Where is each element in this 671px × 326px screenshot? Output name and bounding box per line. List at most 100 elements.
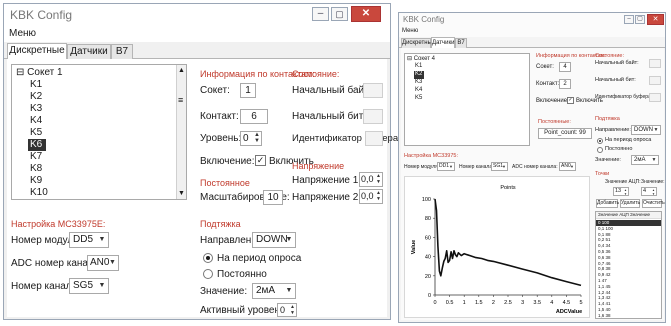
spin-arrows-icon[interactable]: ▲ ▼ xyxy=(651,188,656,196)
adc-point-stepper[interactable]: 13 ▲ ▼ xyxy=(613,187,629,196)
enable-checkbox[interactable]: ✓ xyxy=(255,155,266,166)
chevron-down-icon[interactable]: ▼ xyxy=(651,156,657,164)
list-item[interactable]: K5 xyxy=(405,95,529,101)
contact-field[interactable]: 2 xyxy=(559,79,571,89)
clear-points-button[interactable]: Очистить xyxy=(642,199,665,208)
left-window-title: KBK Config xyxy=(10,8,73,22)
scroll-down-icon[interactable]: ▼ xyxy=(178,190,185,197)
list-item[interactable]: K10 xyxy=(12,187,186,199)
close-button[interactable]: ✕ xyxy=(647,14,664,25)
voltage2-stepper[interactable]: 0,0 ▲ ▼ xyxy=(359,189,383,204)
chevron-down-icon[interactable]: ▼ xyxy=(108,256,117,270)
list-item[interactable]: K8 xyxy=(12,163,186,175)
tree-root[interactable]: ⊟ Сокет 1 xyxy=(12,67,186,78)
y-tick-label: 100 xyxy=(422,197,431,203)
tab-discrete[interactable]: Дискретные xyxy=(401,38,435,48)
enable-label: Включение: xyxy=(536,98,569,104)
add-point-button[interactable]: Добавить xyxy=(596,199,619,208)
table-row[interactable]: 1,6 38 xyxy=(596,313,661,318)
value-select[interactable]: 2мА ▼ xyxy=(631,155,659,165)
state-header: Состояние: xyxy=(292,69,340,79)
minimize-button[interactable]: – xyxy=(624,15,634,24)
x-tick-label: 2.5 xyxy=(504,300,512,306)
tab-b7[interactable]: B7 xyxy=(455,38,467,48)
points-table[interactable]: Значение АЦП Значение 0 100 0,1 100 0,1 88… xyxy=(595,211,662,319)
chevron-down-icon[interactable]: ▼ xyxy=(653,126,659,134)
chevron-down-icon[interactable]: ▼ xyxy=(449,163,453,170)
adc-select[interactable]: AN0 ▼ xyxy=(87,255,119,271)
chevron-down-icon[interactable]: ▼ xyxy=(97,233,107,247)
x-tick-label: 3 xyxy=(521,300,524,306)
spin-arrows-icon[interactable]: ▲ ▼ xyxy=(623,188,628,196)
tree-root[interactable]: ⊟ Сокет 4 xyxy=(405,55,529,62)
list-item[interactable]: K3 xyxy=(405,79,529,85)
list-item[interactable]: K3 xyxy=(12,103,186,115)
channel-select[interactable]: SG5 ▼ xyxy=(69,278,109,294)
tab-discrete[interactable]: Дискретные xyxy=(7,43,67,59)
delete-point-button[interactable]: Удалить xyxy=(620,199,640,208)
chevron-down-icon[interactable]: ▼ xyxy=(502,163,506,170)
list-item-selected[interactable]: K6 xyxy=(28,139,46,151)
chevron-down-icon[interactable]: ▼ xyxy=(284,284,294,298)
socket-field[interactable]: 1 xyxy=(240,83,256,98)
poll-radio[interactable] xyxy=(597,138,603,144)
point-count-field[interactable]: Point_count: 99 xyxy=(538,128,592,139)
tab-sensors[interactable]: Датчики xyxy=(431,37,455,48)
list-item[interactable]: K2 xyxy=(12,91,186,103)
active-level-stepper[interactable]: 0 ▲ ▼ xyxy=(277,303,297,317)
level-stepper[interactable]: 0 ▲ ▼ xyxy=(240,131,262,146)
chevron-down-icon[interactable]: ▼ xyxy=(97,279,107,293)
list-scrollbar[interactable]: ▲ ≡ ▼ xyxy=(176,65,186,199)
list-item[interactable]: K4 xyxy=(12,115,186,127)
x-tick-label: 4.5 xyxy=(563,300,571,306)
spin-arrows-icon[interactable]: ▲ ▼ xyxy=(289,304,296,316)
spin-arrows-icon[interactable]: ▲ ▼ xyxy=(375,190,382,203)
socket-list[interactable]: ⊟ Сокет 1 K1 K2 K3 K4 K5 K6 K7 K8 K9 K10… xyxy=(11,64,187,200)
const-radio[interactable] xyxy=(597,147,603,153)
close-button[interactable]: ✕ xyxy=(351,6,381,22)
chevron-down-icon[interactable]: ▼ xyxy=(284,233,294,247)
expand-icon[interactable]: ⊟ xyxy=(407,56,414,62)
channel-select[interactable]: SG1 ▼ xyxy=(491,162,508,171)
list-item[interactable]: K4 xyxy=(405,87,529,93)
menu-item-menu[interactable]: Меню xyxy=(402,28,418,34)
scroll-thumb-grip-icon[interactable]: ≡ xyxy=(178,95,183,105)
menu-item-menu[interactable]: Меню xyxy=(9,28,36,39)
mc-header: Настройка MC33975: xyxy=(404,153,458,159)
const-radio[interactable] xyxy=(203,269,213,279)
list-item[interactable]: K1 xyxy=(405,63,529,69)
tab-sensors[interactable]: Датчики xyxy=(67,44,111,59)
list-item[interactable]: K5 xyxy=(12,127,186,139)
spin-arrows-icon[interactable]: ▲ ▼ xyxy=(375,173,382,186)
contact-field[interactable]: 6 xyxy=(240,109,268,124)
voltage1-stepper[interactable]: 0,0 ▲ ▼ xyxy=(359,172,383,187)
direction-select[interactable]: DOWN ▼ xyxy=(252,232,296,248)
chart-area: Points 0 20 40 60 80 100 0 0.5 1 1.5 2 2.5 3 3.5 4 4.5 5 A… xyxy=(404,176,590,318)
scale-field[interactable]: 10 xyxy=(263,190,283,205)
expand-icon[interactable]: ⊟ xyxy=(16,67,27,78)
enable-checkbox[interactable]: ✓ xyxy=(567,97,574,104)
direction-select[interactable]: DOWN ▼ xyxy=(631,125,661,135)
mc-header: Настройка MC33975E: xyxy=(11,219,106,229)
y-tick-label: 40 xyxy=(425,255,431,261)
value-select[interactable]: 2мА ▼ xyxy=(252,283,296,299)
scroll-up-icon[interactable]: ▲ xyxy=(178,67,185,74)
adc-select[interactable]: AN0 ▼ xyxy=(559,162,576,171)
module-select[interactable]: DD1 ▼ xyxy=(437,162,455,171)
socket-tree[interactable]: ⊟ Сокет 4 K1 K2 K3 K4 K5 xyxy=(404,53,530,146)
maximize-button[interactable]: ▢ xyxy=(635,15,645,24)
module-select[interactable]: DD5 ▼ xyxy=(69,232,109,248)
list-item[interactable]: K7 xyxy=(12,151,186,163)
poll-radio[interactable] xyxy=(203,253,213,263)
tab-b7[interactable]: B7 xyxy=(111,44,133,59)
chevron-down-icon[interactable]: ▼ xyxy=(570,163,574,170)
list-item-selected[interactable]: K2 xyxy=(414,71,424,79)
socket-field[interactable]: 4 xyxy=(559,62,571,72)
value-point-stepper[interactable]: 4 ▲ ▼ xyxy=(641,187,657,196)
maximize-button[interactable]: ▢ xyxy=(331,7,348,21)
x-tick-label: 1.5 xyxy=(475,300,483,306)
list-item[interactable]: K1 xyxy=(12,79,186,91)
list-item[interactable]: K9 xyxy=(12,175,186,187)
minimize-button[interactable]: – xyxy=(312,7,329,21)
spin-arrows-icon[interactable]: ▲ ▼ xyxy=(253,132,261,145)
